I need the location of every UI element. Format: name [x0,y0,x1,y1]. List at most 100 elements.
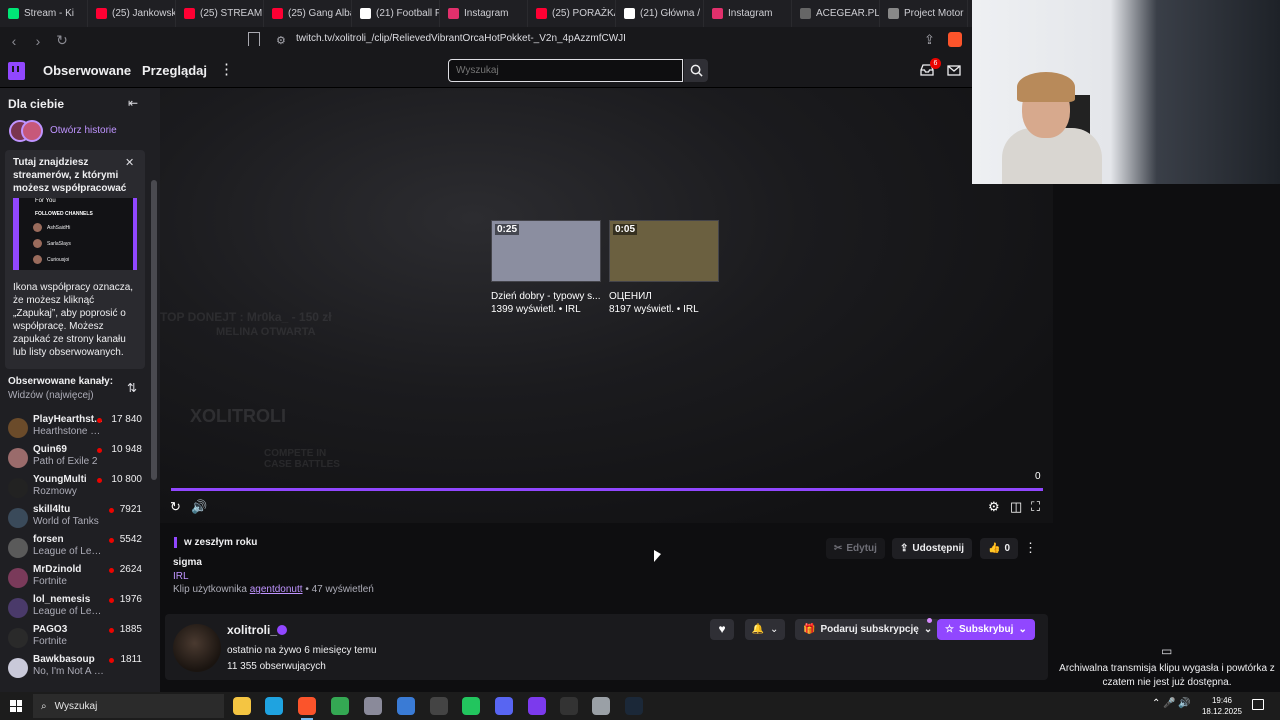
thumbs-up-icon: 👍 [988,543,1001,554]
edge-icon[interactable] [265,697,283,715]
back-icon[interactable]: ‹ [4,31,24,51]
replay-icon[interactable]: ↻ [170,499,181,515]
play-icon[interactable] [462,697,480,715]
channel-game: Fortnite [33,636,67,647]
edit-clip-button[interactable]: ✂ Edytuj [826,538,885,559]
tab-label: Instagram [728,8,773,19]
sort-icon[interactable]: ⇅ [127,381,137,395]
site-settings-icon[interactable]: ⚙ [276,34,286,47]
chrome-icon[interactable] [331,697,349,715]
live-dot-icon [108,568,114,573]
obs-icon[interactable] [430,697,448,715]
browser-tab[interactable]: (21) Główna / X [616,0,704,27]
subscribe-button[interactable]: ☆ Subskrybuj ⌄ [937,619,1035,640]
sidebar-channel-item[interactable]: Bawkbasoup No, I'm Not A H... 1811 [0,654,150,684]
settings-icon[interactable]: ⚙ [988,499,1000,515]
windows-start-icon[interactable] [10,700,22,712]
taskbar-clock[interactable]: 19:46 18.12.2025 [1198,695,1246,717]
whispers-icon[interactable] [947,63,961,77]
promo-row-count: 944 [133,257,136,263]
like-clip-button[interactable]: 👍 0 [980,538,1019,559]
live-dot-icon [108,658,114,663]
tab-favicon-icon [536,8,547,19]
channel-game: Fortnite [33,576,67,587]
bookmark-icon[interactable] [248,32,260,46]
share-page-icon[interactable]: ⇪ [924,32,935,48]
close-icon[interactable]: ✕ [125,156,134,169]
app-icon[interactable] [364,697,382,715]
reload-icon[interactable]: ↻ [52,31,72,51]
recommended-clip-card[interactable]: 0:05 ОЦЕНИЛ 8197 wyświetl. • IRL [609,220,719,315]
system-tray-icons[interactable]: ⌃ 🎤 🔊 [1152,698,1191,709]
channel-name: MrDzinold [33,564,82,575]
chat-archive-icon: ▭ [1161,644,1173,658]
open-stories-link[interactable]: Otwórz historie [50,125,117,136]
forward-icon[interactable]: › [28,31,48,51]
taskbar-search[interactable]: ⌕ Wyszukaj [33,694,224,718]
brave-icon[interactable] [298,697,316,720]
browser-tab[interactable]: ACEGEAR.PL [792,0,880,27]
follow-heart-button[interactable]: ♥ [710,619,734,640]
chat-panel [1053,184,1280,692]
collapse-sidebar-icon[interactable]: ⇤ [128,96,138,110]
theatre-mode-icon[interactable]: ◫ [1010,499,1022,515]
stories-avatars[interactable] [9,120,45,142]
sidebar-channel-item[interactable]: skill4ltu World of Tanks 7921 [0,504,150,534]
browser-tab[interactable]: Stream - Ki [0,0,88,27]
discord-icon[interactable] [495,697,513,715]
notification-center-icon[interactable] [1252,699,1264,710]
browser-tab[interactable]: (25) PORAŻKA [528,0,616,27]
channel-viewers: 10 948 [111,444,142,455]
file-explorer-icon[interactable] [233,697,251,715]
video-player[interactable]: TOP DONEJT : Mr0ka_ - 150 zł MELINA OTWA… [160,88,1053,523]
notifications-bell-button[interactable]: 🔔 ⌄ [745,619,785,640]
steam-icon[interactable] [625,697,643,715]
sidebar-channel-item[interactable]: PAGO3 Fortnite 1885 [0,624,150,654]
channel-avatar[interactable] [173,624,221,672]
nav-browse[interactable]: Przeglądaj [142,63,207,78]
browser-tab[interactable]: Project Motor [880,0,968,27]
browser-tab[interactable]: Instagram [704,0,792,27]
ccleaner-icon[interactable] [397,697,415,715]
sidebar-scrollbar[interactable] [151,180,157,480]
nav-following[interactable]: Obserwowane [43,63,131,78]
progress-bar[interactable] [171,488,1043,491]
sidebar-channel-item[interactable]: Quin69 Path of Exile 2 10 948 [0,444,150,474]
game-icon[interactable] [528,697,546,715]
clip-category-link[interactable]: IRL [173,571,189,582]
clip-author-link[interactable]: agentdonutt [250,584,303,595]
sidebar-channel-item[interactable]: lol_nemesis League of Leg... 1976 [0,594,150,624]
channel-name[interactable]: xolitroli_ [227,623,277,637]
browser-tab[interactable]: (25) Jankowski [88,0,176,27]
url-text[interactable]: twitch.tv/xolitroli_/clip/RelievedVibran… [296,33,626,44]
share-clip-button[interactable]: ⇪ Udostępnij [892,538,973,559]
fullscreen-icon[interactable]: ⛶ [1031,499,1040,515]
chat-archive-message: Archiwalna transmisja klipu wygasła i po… [1059,663,1275,688]
browser-tab[interactable]: (25) STREAMER [176,0,264,27]
overlay-ad-text: COMPETE IN CASE BATTLES [264,448,340,470]
more-options-icon[interactable]: ⋮ [219,60,234,78]
volume-icon[interactable]: 🔊 [191,499,207,515]
channel-viewers: 7921 [119,504,142,515]
channel-avatar [8,448,28,468]
epic-icon[interactable] [560,697,578,715]
sidebar-channel-item[interactable]: PlayHearthst...Hearthstone Hearthstone .… [0,414,150,444]
sidebar-channel-item[interactable]: YoungMulti Rozmowy 10 800 [0,474,150,504]
brave-shields-icon[interactable] [948,32,962,47]
browser-tab[interactable]: Instagram [440,0,528,27]
shield-icon[interactable] [592,697,610,715]
sidebar-channel-item[interactable]: forsen League of Leg... 5542 [0,534,150,564]
bell-icon: 🔔 [751,624,765,635]
search-button[interactable] [684,59,708,82]
gift-sub-button[interactable]: 🎁 Podaruj subskrypcję ⌄ [795,619,941,640]
sidebar-channel-item[interactable]: MrDzinold Fortnite 2624 [0,564,150,594]
browser-tab[interactable]: (25) Gang Alban [264,0,352,27]
browser-tab[interactable]: (21) Football F [352,0,440,27]
recommended-clip-card[interactable]: 0:25 Dzień dobry - typowy s... 1399 wyświe… [491,220,601,315]
clip-more-options-icon[interactable]: ⋮ [1024,540,1037,556]
recommended-clip-meta: 8197 wyświetl. • IRL [609,304,699,315]
promo-image-row: Curiousjoi944 [33,255,69,264]
search-icon [690,64,703,77]
twitch-logo-icon[interactable] [8,62,25,80]
search-input[interactable] [448,59,683,82]
